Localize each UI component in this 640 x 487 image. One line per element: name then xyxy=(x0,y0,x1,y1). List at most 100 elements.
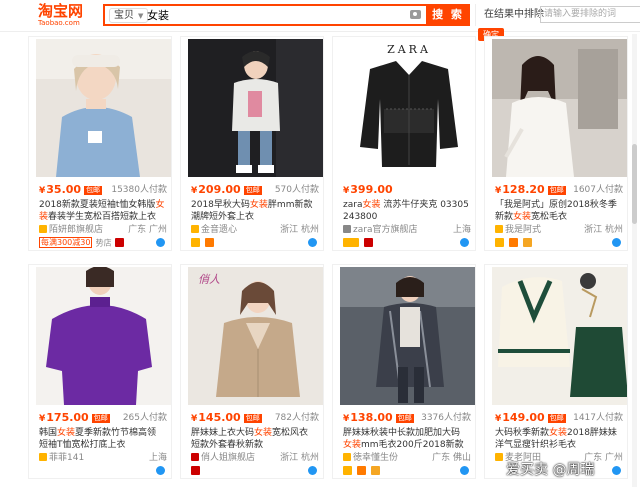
product-title[interactable]: 胖妹妹秋装中长款加肥加大码女装mm毛衣200斤2018新款 xyxy=(343,427,469,451)
product-card[interactable]: ¥138.00 包邮 3376人付款 胖妹妹秋装中长款加肥加大码女装mm毛衣200… xyxy=(332,264,476,479)
camera-icon[interactable] xyxy=(410,10,421,19)
promo-extra: 势店 xyxy=(95,238,112,248)
service-icons xyxy=(343,465,382,477)
free-shipping-badge: 包邮 xyxy=(243,186,262,195)
product-card[interactable]: ¥175.00 包邮 265人付款 韩国女装夏季新款竹节棉高领短袖T恤宽松打底上衣… xyxy=(28,264,172,479)
chevron-down-icon: ▼ xyxy=(138,12,144,20)
product-price: ¥175.00 包邮 xyxy=(39,411,110,424)
chat-icon[interactable] xyxy=(156,466,165,475)
search-input[interactable]: 女装 xyxy=(147,8,169,23)
shop-link[interactable]: 我是阿式 xyxy=(495,224,541,236)
service-icons xyxy=(191,465,202,477)
product-card[interactable]: ¥128.20 包邮 1607人付款 「我是阿式」原创2018秋冬季新款女装宽松毛… xyxy=(484,36,628,251)
taobao-logo[interactable]: 淘宝网 Taobao.com xyxy=(38,3,98,29)
paid-count: 1607人付款 xyxy=(573,185,623,195)
product-card[interactable]: ¥149.00 包邮 1417人付款 大码秋季新款女装2018胖妹妹洋气显瘦针织衫… xyxy=(484,264,628,479)
chat-icon[interactable] xyxy=(308,466,317,475)
location: 浙江 杭州 xyxy=(280,225,319,235)
shop-icon xyxy=(191,453,199,461)
service-icons: 每满300减30 势店 xyxy=(39,237,126,249)
search-box: 宝贝 ▼ 女装 搜 索 xyxy=(103,4,470,26)
tmall-icon xyxy=(191,465,200,475)
location: 上海 xyxy=(148,453,167,463)
product-title[interactable]: 胖妹妹上衣大码女装宽松风衣短款外套春秋新款 xyxy=(191,427,317,451)
svg-text:ZARA: ZARA xyxy=(387,43,431,56)
scrollbar-thumb[interactable] xyxy=(632,144,637,224)
shop-icon xyxy=(39,225,47,233)
chat-icon[interactable] xyxy=(156,238,165,247)
product-image[interactable] xyxy=(492,267,627,405)
chat-icon[interactable] xyxy=(460,466,469,475)
product-title[interactable]: 韩国女装夏季新款竹节棉高领短袖T恤宽松打底上衣 xyxy=(39,427,165,451)
product-price: ¥128.20 包邮 xyxy=(495,183,566,196)
coupon-icon xyxy=(371,465,381,475)
product-price: ¥35.00 包邮 xyxy=(39,183,103,196)
product-grid: ¥35.00 包邮 15380人付款 2018新款夏装短袖t恤女韩版女装春装学生宽… xyxy=(28,36,640,487)
product-image[interactable] xyxy=(36,39,171,177)
shop-icon xyxy=(343,453,351,461)
product-title[interactable]: zara女装 流苏牛仔夹克 03305243800 xyxy=(343,199,469,223)
guarantee-icon xyxy=(205,237,215,247)
product-card[interactable]: ¥209.00 包邮 570人付款 2018早秋大码女装胖mm新款潮牌短外套上衣 … xyxy=(180,36,324,251)
shop-link[interactable]: 菲菲141 xyxy=(39,452,84,464)
product-card[interactable]: ¥35.00 包邮 15380人付款 2018新款夏装短袖t恤女韩版女装春装学生宽… xyxy=(28,36,172,251)
product-title[interactable]: 「我是阿式」原创2018秋冬季新款女装宽松毛衣 xyxy=(495,199,621,223)
product-image[interactable] xyxy=(188,39,323,177)
shop-icon xyxy=(191,225,199,233)
product-card[interactable]: ZARA ¥399.00 zara女装 流苏牛仔夹克 03305243800 z… xyxy=(332,36,476,251)
product-price: ¥209.00 包邮 xyxy=(191,183,262,196)
product-image[interactable] xyxy=(340,267,475,405)
paid-count: 15380人付款 xyxy=(111,185,167,195)
shop-link[interactable]: 徳幸懂生份 xyxy=(343,452,398,464)
location: 上海 xyxy=(452,225,471,235)
free-shipping-badge: 包邮 xyxy=(395,414,414,423)
exclude-input[interactable]: 请输入要排除的词 xyxy=(540,6,640,23)
chat-icon[interactable] xyxy=(460,238,469,247)
free-shipping-badge: 包邮 xyxy=(84,186,103,195)
product-title[interactable]: 2018新款夏装短袖t恤女韩版女装春装学生宽松百搭短款上衣 xyxy=(39,199,165,223)
paid-count: 1417人付款 xyxy=(573,413,623,423)
shop-link[interactable]: 陌妍郎旗舰店 xyxy=(39,224,103,236)
tmall-icon xyxy=(114,238,124,247)
tmall-99-icon xyxy=(343,237,359,247)
svg-text:俏人: 俏人 xyxy=(198,273,220,286)
page-scrollbar[interactable] xyxy=(632,34,637,487)
free-shipping-badge: 包邮 xyxy=(547,414,566,423)
product-image[interactable]: ZARA xyxy=(340,39,475,177)
shop-link[interactable]: zara官方旗舰店 xyxy=(343,224,417,236)
promo-tag: 每满300减30 xyxy=(39,237,93,248)
service-icons xyxy=(495,237,534,249)
location: 广东 佛山 xyxy=(432,453,471,463)
shop-icon xyxy=(343,225,351,233)
free-shipping-badge: 包邮 xyxy=(547,186,566,195)
location: 广东 广州 xyxy=(128,225,167,235)
gold-seller-icon xyxy=(495,237,504,247)
product-price: ¥145.00 包邮 xyxy=(191,411,262,424)
product-card[interactable]: 俏人 ¥145.00 包邮 782人付款 胖妹妹上衣大码女装宽松风衣短款外套春秋新… xyxy=(180,264,324,479)
product-title[interactable]: 2018早秋大码女装胖mm新款潮牌短外套上衣 xyxy=(191,199,317,223)
service-icons xyxy=(191,237,216,249)
shop-link[interactable]: 金音遗心 xyxy=(191,224,237,236)
search-type-select[interactable]: 宝贝 ▼ xyxy=(109,8,149,23)
logo-subtext: Taobao.com xyxy=(38,19,80,27)
shop-icon xyxy=(495,225,503,233)
chat-icon[interactable] xyxy=(308,238,317,247)
location: 浙江 杭州 xyxy=(280,453,319,463)
product-image[interactable] xyxy=(492,39,627,177)
product-image[interactable]: 俏人 xyxy=(188,267,323,405)
paid-count: 3376人付款 xyxy=(421,413,471,423)
shop-link[interactable]: 俏人姐旗舰店 xyxy=(191,452,255,464)
chat-icon[interactable] xyxy=(612,466,621,475)
chat-icon[interactable] xyxy=(612,238,621,247)
shop-icon xyxy=(39,453,47,461)
location: 浙江 杭州 xyxy=(584,225,623,235)
exclude-search: 在结果中排除 请输入要排除的词 xyxy=(475,4,640,26)
free-shipping-badge: 包邮 xyxy=(91,414,110,423)
free-shipping-badge: 包邮 xyxy=(243,414,262,423)
search-button[interactable]: 搜 索 xyxy=(426,4,470,26)
shop-icon xyxy=(495,453,503,461)
gold-seller-icon xyxy=(343,465,352,475)
guarantee-icon xyxy=(509,237,519,247)
product-title[interactable]: 大码秋季新款女装2018胖妹妹洋气显瘦针织衫毛衣 xyxy=(495,427,621,451)
product-image[interactable] xyxy=(36,267,171,405)
